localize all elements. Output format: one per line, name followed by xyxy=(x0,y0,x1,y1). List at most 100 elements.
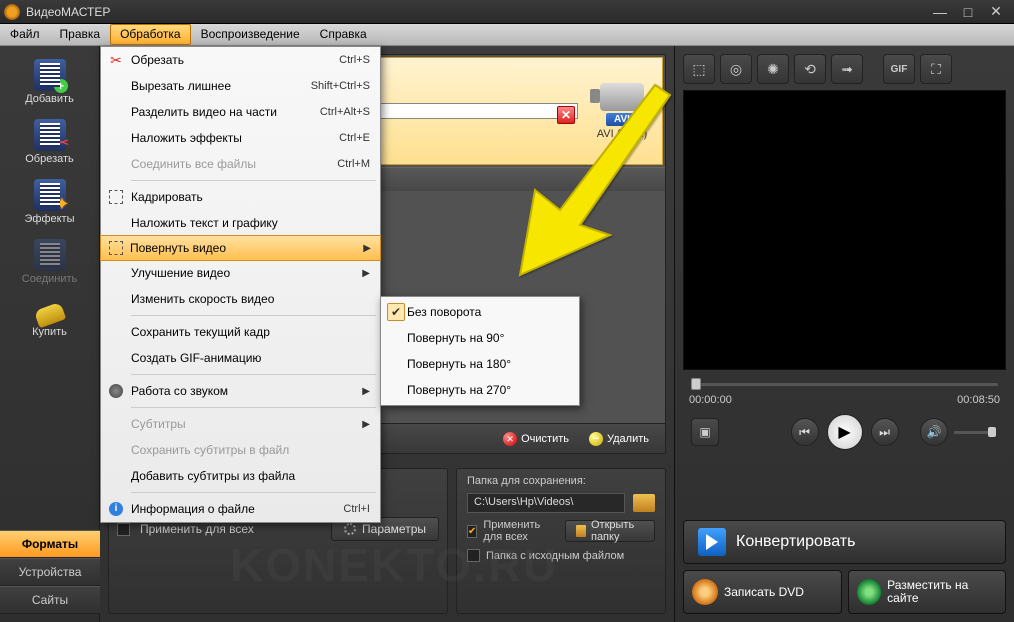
output-path[interactable]: C:\Users\Hp\Videos\ xyxy=(467,493,625,513)
sidebar-buy-label: Купить xyxy=(32,326,67,338)
scissors-icon: ✂ xyxy=(110,52,122,69)
process-menu-dropdown: ✂ Обрезать Ctrl+S Вырезать лишнее Shift+… xyxy=(100,46,381,523)
app-title: ВидеоМАСТЕР xyxy=(26,5,926,19)
video-preview[interactable] xyxy=(683,90,1006,370)
delete-button[interactable]: Удалить xyxy=(581,430,657,448)
menubar: Файл Правка Обработка Воспроизведение Сп… xyxy=(0,24,1014,46)
menu-trim[interactable]: Вырезать лишнее Shift+Ctrl+S xyxy=(101,73,380,99)
convert-label: Конвертировать xyxy=(736,533,855,551)
preview-toolbar: ⬚ ◎ ✺ ⟲ ➟ GIF ⛶ xyxy=(683,54,1006,84)
menu-gif[interactable]: Создать GIF-анимацию xyxy=(101,345,380,371)
rotate-tool-icon[interactable]: ⟲ xyxy=(794,54,826,84)
menu-audio[interactable]: Работа со звуком ▶ xyxy=(101,378,380,404)
chevron-right-icon: ▶ xyxy=(362,419,370,430)
menu-save-subs: Сохранить субтитры в файл xyxy=(101,437,380,463)
menu-text[interactable]: Наложить текст и графику xyxy=(101,210,380,236)
time-current: 00:00:00 xyxy=(689,394,732,406)
sidebar-cut[interactable]: ✂ Обрезать xyxy=(10,116,90,168)
rotate-icon xyxy=(109,241,123,255)
tab-formats[interactable]: Форматы xyxy=(0,530,100,558)
menu-cut[interactable]: ✂ Обрезать Ctrl+S xyxy=(101,47,380,73)
upload-button[interactable]: Разместить на сайте xyxy=(848,570,1007,614)
sidebar-join: Соединить xyxy=(10,236,90,288)
close-button[interactable]: ✕ xyxy=(982,3,1010,21)
speed-tool-icon[interactable]: ➟ xyxy=(831,54,863,84)
source-folder-label: Папка с исходным файлом xyxy=(486,550,624,562)
menu-playback[interactable]: Воспроизведение xyxy=(191,24,310,45)
format-label: AVI (DivX) xyxy=(597,128,648,140)
crop-tool-icon[interactable]: ⬚ xyxy=(683,54,715,84)
seek-slider[interactable] xyxy=(683,374,1006,394)
menu-snapshot[interactable]: Сохранить текущий кадр xyxy=(101,319,380,345)
gear-icon xyxy=(344,523,356,535)
sidebar: + Добавить ✂ Обрезать ✦ Эффекты Соединит… xyxy=(0,46,100,622)
sidebar-join-label: Соединить xyxy=(22,273,78,285)
sidebar-effects[interactable]: ✦ Эффекты xyxy=(10,176,90,228)
apply-all-label: Применить для всех xyxy=(140,522,254,536)
menu-help[interactable]: Справка xyxy=(310,24,377,45)
check-icon: ✔ xyxy=(387,303,405,321)
convert-icon xyxy=(698,528,726,556)
menu-info[interactable]: i Информация о файле Ctrl+I xyxy=(101,496,380,522)
open-folder-label: Открыть папку xyxy=(591,519,644,543)
action-buttons: Конвертировать Записать DVD Разместить н… xyxy=(683,520,1006,614)
rotate-270[interactable]: Повернуть на 270° xyxy=(381,377,579,403)
menu-split[interactable]: Разделить видео на части Ctrl+Alt+S xyxy=(101,99,380,125)
tab-devices[interactable]: Устройства xyxy=(0,558,100,586)
menu-crop[interactable]: Кадрировать xyxy=(101,184,380,210)
menu-enhance[interactable]: Улучшение видео ▶ xyxy=(101,260,380,286)
maximize-button[interactable]: □ xyxy=(954,3,982,21)
dvd-button[interactable]: Записать DVD xyxy=(683,570,842,614)
side-tabs: Форматы Устройства Сайты xyxy=(0,530,100,614)
rotate-submenu: ✔ Без поворота Повернуть на 90° Повернут… xyxy=(380,296,580,406)
apply-all-checkbox[interactable] xyxy=(117,523,130,536)
rotate-90[interactable]: Повернуть на 90° xyxy=(381,325,579,351)
brightness-tool-icon[interactable]: ◎ xyxy=(720,54,752,84)
browse-folder-button[interactable] xyxy=(633,494,655,512)
format-thumb[interactable]: AVI AVI (DivX) xyxy=(586,83,658,140)
clear-button[interactable]: Очистить xyxy=(495,430,577,448)
snapshot-button[interactable]: ▣ xyxy=(691,418,719,446)
speaker-icon xyxy=(109,384,123,398)
menu-speed[interactable]: Изменить скорость видео xyxy=(101,286,380,312)
apply-all-checkbox-2[interactable]: ✔ xyxy=(467,525,477,538)
menu-file[interactable]: Файл xyxy=(0,24,50,45)
rotate-180[interactable]: Повернуть на 180° xyxy=(381,351,579,377)
next-button[interactable]: ⏭ xyxy=(871,418,899,446)
menu-rotate[interactable]: Повернуть видео ▶ xyxy=(100,235,381,261)
sidebar-buy[interactable]: Купить xyxy=(10,296,90,348)
menu-subtitles: Субтитры ▶ xyxy=(101,411,380,437)
volume-button[interactable]: 🔊 xyxy=(920,418,948,446)
contrast-tool-icon[interactable]: ✺ xyxy=(757,54,789,84)
gif-tool-button[interactable]: GIF xyxy=(883,54,915,84)
folder-icon xyxy=(576,525,586,537)
tab-sites[interactable]: Сайты xyxy=(0,586,100,614)
open-folder-button[interactable]: Открыть папку xyxy=(565,520,655,542)
chevron-right-icon: ▶ xyxy=(362,268,370,279)
camcorder-icon xyxy=(600,83,644,111)
fullscreen-tool-icon[interactable]: ⛶ xyxy=(920,54,952,84)
menu-edit[interactable]: Правка xyxy=(50,24,111,45)
convert-button[interactable]: Конвертировать xyxy=(683,520,1006,564)
key-icon xyxy=(33,302,65,328)
app-icon xyxy=(4,4,20,20)
volume-slider[interactable] xyxy=(954,431,994,434)
menu-effects[interactable]: Наложить эффекты Ctrl+E xyxy=(101,125,380,151)
params-label: Параметры xyxy=(362,522,426,536)
output-panel: Папка для сохранения: C:\Users\Hp\Videos… xyxy=(456,468,666,614)
join-icon xyxy=(34,239,66,271)
menu-process[interactable]: Обработка xyxy=(110,24,191,45)
effects-icon: ✦ xyxy=(34,179,66,211)
titlebar: ВидеоМАСТЕР — □ ✕ xyxy=(0,0,1014,24)
prev-button[interactable]: ⏮ xyxy=(791,418,819,446)
delete-icon xyxy=(589,432,603,446)
source-folder-checkbox[interactable] xyxy=(467,549,480,562)
remove-file-button[interactable]: ✕ xyxy=(557,106,575,124)
minimize-button[interactable]: — xyxy=(926,3,954,21)
play-button[interactable]: ▶ xyxy=(827,414,863,450)
rotate-none[interactable]: ✔ Без поворота xyxy=(381,299,579,325)
menu-add-subs[interactable]: Добавить субтитры из файла xyxy=(101,463,380,489)
dvd-icon xyxy=(692,579,718,605)
delete-label: Удалить xyxy=(607,433,649,445)
sidebar-add[interactable]: + Добавить xyxy=(10,56,90,108)
